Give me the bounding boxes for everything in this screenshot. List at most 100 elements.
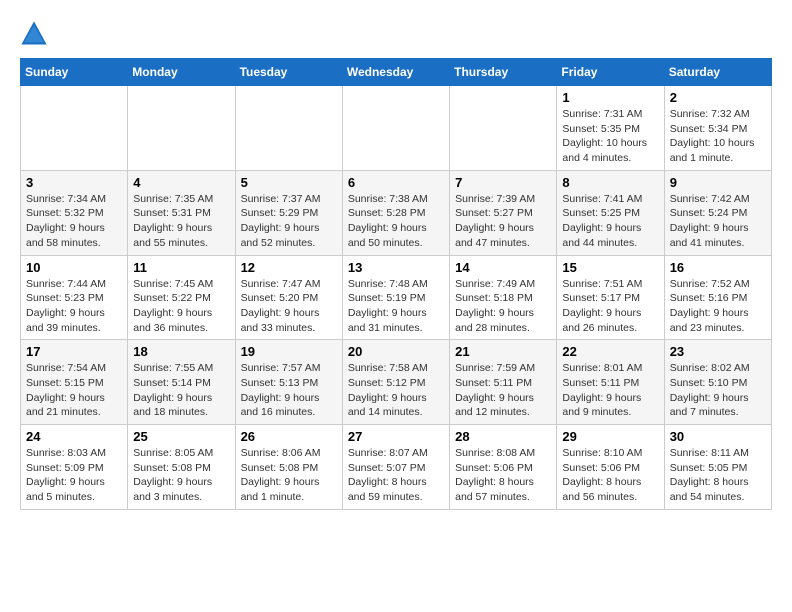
day-number: 18: [133, 344, 229, 359]
day-info: Sunrise: 8:01 AM Sunset: 5:11 PM Dayligh…: [562, 361, 658, 420]
calendar-week-1: 1 Sunrise: 7:31 AM Sunset: 5:35 PM Daylig…: [21, 86, 772, 171]
calendar-cell: 14Sunrise: 7:49 AM Sunset: 5:18 PM Dayli…: [450, 255, 557, 340]
calendar-cell: 12 Sunrise: 7:47 AM Sunset: 5:20 PM Dayli…: [235, 255, 342, 340]
calendar-week-3: 10 Sunrise: 7:44 AM Sunset: 5:23 PM Dayli…: [21, 255, 772, 340]
calendar-cell: 28 Sunrise: 8:08 AM Sunset: 5:06 PM Dayli…: [450, 425, 557, 510]
calendar-cell: 21 Sunrise: 7:59 AM Sunset: 5:11 PM Dayli…: [450, 340, 557, 425]
day-info: Sunrise: 8:08 AM Sunset: 5:06 PM Dayligh…: [455, 446, 551, 505]
day-number: 16: [670, 260, 766, 275]
calendar-cell: 16 Sunrise: 7:52 AM Sunset: 5:16 PM Dayli…: [664, 255, 771, 340]
day-number: 23: [670, 344, 766, 359]
day-info: Sunrise: 7:41 AM Sunset: 5:25 PM Dayligh…: [562, 192, 658, 251]
weekday-header-monday: Monday: [128, 59, 235, 86]
day-number: 20: [348, 344, 444, 359]
calendar-week-5: 24Sunrise: 8:03 AM Sunset: 5:09 PM Dayli…: [21, 425, 772, 510]
calendar-cell: 4 Sunrise: 7:35 AM Sunset: 5:31 PM Daylig…: [128, 170, 235, 255]
day-number: 8: [562, 175, 658, 190]
calendar-cell: 19 Sunrise: 7:57 AM Sunset: 5:13 PM Dayli…: [235, 340, 342, 425]
day-number: 3: [26, 175, 122, 190]
day-number: 21: [455, 344, 551, 359]
calendar-cell: 2Sunrise: 7:32 AM Sunset: 5:34 PM Daylig…: [664, 86, 771, 171]
calendar-cell: 25 Sunrise: 8:05 AM Sunset: 5:08 PM Dayli…: [128, 425, 235, 510]
calendar-week-4: 17 Sunrise: 7:54 AM Sunset: 5:15 PM Dayli…: [21, 340, 772, 425]
day-number: 26: [241, 429, 337, 444]
day-number: 22: [562, 344, 658, 359]
day-info: Sunrise: 7:54 AM Sunset: 5:15 PM Dayligh…: [26, 361, 122, 420]
day-info: Sunrise: 7:31 AM Sunset: 5:35 PM Dayligh…: [562, 107, 658, 166]
day-info: Sunrise: 7:42 AM Sunset: 5:24 PM Dayligh…: [670, 192, 766, 251]
calendar-cell: 23 Sunrise: 8:02 AM Sunset: 5:10 PM Dayli…: [664, 340, 771, 425]
calendar-cell: 22 Sunrise: 8:01 AM Sunset: 5:11 PM Dayli…: [557, 340, 664, 425]
calendar-cell: [128, 86, 235, 171]
day-number: 30: [670, 429, 766, 444]
calendar-cell: 18 Sunrise: 7:55 AM Sunset: 5:14 PM Dayli…: [128, 340, 235, 425]
day-info: Sunrise: 7:38 AM Sunset: 5:28 PM Dayligh…: [348, 192, 444, 251]
calendar-cell: [21, 86, 128, 171]
day-number: 4: [133, 175, 229, 190]
day-number: 24: [26, 429, 122, 444]
day-info: Sunrise: 7:57 AM Sunset: 5:13 PM Dayligh…: [241, 361, 337, 420]
day-info: Sunrise: 7:45 AM Sunset: 5:22 PM Dayligh…: [133, 277, 229, 336]
page-header: [20, 20, 772, 48]
day-number: 12: [241, 260, 337, 275]
calendar-cell: 8 Sunrise: 7:41 AM Sunset: 5:25 PM Daylig…: [557, 170, 664, 255]
logo-icon: [20, 20, 48, 48]
calendar-cell: 20 Sunrise: 7:58 AM Sunset: 5:12 PM Dayli…: [342, 340, 449, 425]
calendar-cell: 3 Sunrise: 7:34 AM Sunset: 5:32 PM Daylig…: [21, 170, 128, 255]
day-info: Sunrise: 7:48 AM Sunset: 5:19 PM Dayligh…: [348, 277, 444, 336]
calendar-cell: 29Sunrise: 8:10 AM Sunset: 5:06 PM Dayli…: [557, 425, 664, 510]
day-info: Sunrise: 7:59 AM Sunset: 5:11 PM Dayligh…: [455, 361, 551, 420]
day-number: 19: [241, 344, 337, 359]
day-info: Sunrise: 7:51 AM Sunset: 5:17 PM Dayligh…: [562, 277, 658, 336]
day-number: 7: [455, 175, 551, 190]
day-number: 28: [455, 429, 551, 444]
calendar-cell: 11 Sunrise: 7:45 AM Sunset: 5:22 PM Dayli…: [128, 255, 235, 340]
calendar-cell: 13Sunrise: 7:48 AM Sunset: 5:19 PM Dayli…: [342, 255, 449, 340]
weekday-header-row: SundayMondayTuesdayWednesdayThursdayFrid…: [21, 59, 772, 86]
day-number: 17: [26, 344, 122, 359]
day-number: 14: [455, 260, 551, 275]
day-info: Sunrise: 7:55 AM Sunset: 5:14 PM Dayligh…: [133, 361, 229, 420]
weekday-header-tuesday: Tuesday: [235, 59, 342, 86]
day-info: Sunrise: 7:37 AM Sunset: 5:29 PM Dayligh…: [241, 192, 337, 251]
calendar-cell: 17 Sunrise: 7:54 AM Sunset: 5:15 PM Dayli…: [21, 340, 128, 425]
day-info: Sunrise: 8:02 AM Sunset: 5:10 PM Dayligh…: [670, 361, 766, 420]
day-info: Sunrise: 8:05 AM Sunset: 5:08 PM Dayligh…: [133, 446, 229, 505]
day-info: Sunrise: 7:58 AM Sunset: 5:12 PM Dayligh…: [348, 361, 444, 420]
calendar-cell: 5 Sunrise: 7:37 AM Sunset: 5:29 PM Daylig…: [235, 170, 342, 255]
day-info: Sunrise: 8:10 AM Sunset: 5:06 PM Dayligh…: [562, 446, 658, 505]
day-info: Sunrise: 7:52 AM Sunset: 5:16 PM Dayligh…: [670, 277, 766, 336]
calendar-cell: 1 Sunrise: 7:31 AM Sunset: 5:35 PM Daylig…: [557, 86, 664, 171]
calendar-cell: 30 Sunrise: 8:11 AM Sunset: 5:05 PM Dayli…: [664, 425, 771, 510]
day-number: 27: [348, 429, 444, 444]
day-info: Sunrise: 7:34 AM Sunset: 5:32 PM Dayligh…: [26, 192, 122, 251]
calendar-cell: 26 Sunrise: 8:06 AM Sunset: 5:08 PM Dayli…: [235, 425, 342, 510]
calendar-cell: 15Sunrise: 7:51 AM Sunset: 5:17 PM Dayli…: [557, 255, 664, 340]
day-number: 11: [133, 260, 229, 275]
calendar-cell: [450, 86, 557, 171]
day-number: 9: [670, 175, 766, 190]
calendar-cell: [342, 86, 449, 171]
day-info: Sunrise: 7:39 AM Sunset: 5:27 PM Dayligh…: [455, 192, 551, 251]
calendar-cell: 6Sunrise: 7:38 AM Sunset: 5:28 PM Daylig…: [342, 170, 449, 255]
logo: [20, 20, 52, 48]
day-info: Sunrise: 7:47 AM Sunset: 5:20 PM Dayligh…: [241, 277, 337, 336]
weekday-header-saturday: Saturday: [664, 59, 771, 86]
day-info: Sunrise: 8:06 AM Sunset: 5:08 PM Dayligh…: [241, 446, 337, 505]
weekday-header-sunday: Sunday: [21, 59, 128, 86]
calendar-table: SundayMondayTuesdayWednesdayThursdayFrid…: [20, 58, 772, 510]
calendar-cell: 27 Sunrise: 8:07 AM Sunset: 5:07 PM Dayli…: [342, 425, 449, 510]
day-number: 1: [562, 90, 658, 105]
day-number: 25: [133, 429, 229, 444]
day-info: Sunrise: 7:32 AM Sunset: 5:34 PM Dayligh…: [670, 107, 766, 166]
day-info: Sunrise: 8:07 AM Sunset: 5:07 PM Dayligh…: [348, 446, 444, 505]
calendar-cell: 7 Sunrise: 7:39 AM Sunset: 5:27 PM Daylig…: [450, 170, 557, 255]
calendar-cell: [235, 86, 342, 171]
day-info: Sunrise: 7:35 AM Sunset: 5:31 PM Dayligh…: [133, 192, 229, 251]
calendar-week-2: 3 Sunrise: 7:34 AM Sunset: 5:32 PM Daylig…: [21, 170, 772, 255]
day-number: 10: [26, 260, 122, 275]
day-info: Sunrise: 8:11 AM Sunset: 5:05 PM Dayligh…: [670, 446, 766, 505]
day-info: Sunrise: 7:44 AM Sunset: 5:23 PM Dayligh…: [26, 277, 122, 336]
day-number: 5: [241, 175, 337, 190]
calendar-cell: 9 Sunrise: 7:42 AM Sunset: 5:24 PM Daylig…: [664, 170, 771, 255]
